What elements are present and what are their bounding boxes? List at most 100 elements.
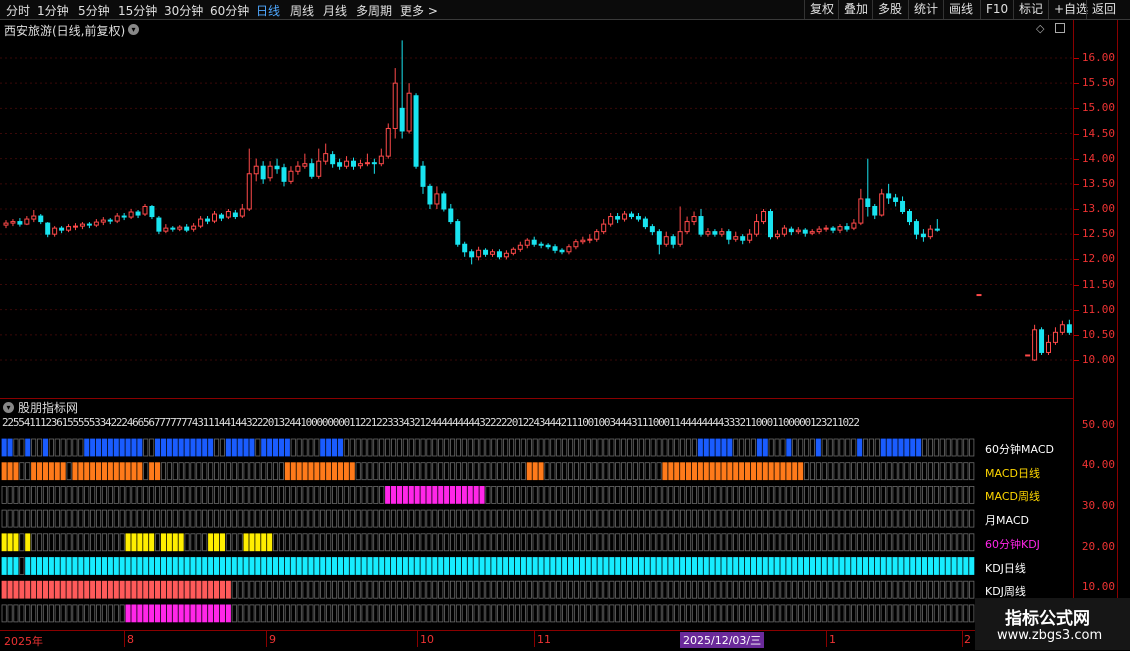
candle-body[interactable] [587, 238, 593, 241]
candle-body[interactable] [907, 211, 912, 223]
candle-body[interactable] [496, 251, 502, 258]
candle-body[interactable] [1052, 331, 1058, 343]
period-more[interactable]: 更多 > [400, 2, 438, 19]
candle-body[interactable] [670, 236, 676, 245]
candle-body[interactable] [781, 227, 787, 235]
candle-body[interactable] [399, 107, 405, 132]
candle-body[interactable] [761, 211, 767, 223]
candle-body[interactable] [427, 185, 433, 205]
period-multi[interactable]: 多周期 [356, 2, 392, 19]
candle-body[interactable] [663, 236, 669, 245]
candle-body[interactable] [531, 239, 537, 245]
candle-body[interactable] [212, 213, 217, 222]
candle-body[interactable] [121, 215, 127, 218]
period-weekly[interactable]: 周线 [290, 2, 314, 19]
candle-body[interactable] [38, 215, 44, 223]
f10-button[interactable]: F10 [980, 0, 1013, 19]
candle-body[interactable] [656, 231, 662, 245]
period-30min[interactable]: 30分钟 [164, 2, 203, 19]
candle-body[interactable] [538, 243, 544, 246]
candle-body[interactable] [86, 223, 92, 226]
candle-body[interactable] [149, 205, 155, 218]
candle-body[interactable] [1066, 324, 1072, 333]
candle-body[interactable] [1025, 354, 1031, 357]
candle-body[interactable] [510, 248, 516, 254]
candle-body[interactable] [900, 200, 906, 213]
candle-body[interactable] [524, 239, 530, 246]
candle-body[interactable] [483, 249, 489, 255]
candle-body[interactable] [872, 205, 878, 216]
candle-body[interactable] [601, 223, 607, 233]
candle-body[interactable] [774, 233, 780, 238]
candle-body[interactable] [837, 226, 843, 231]
candle-body[interactable] [684, 221, 690, 233]
candle-body[interactable] [316, 160, 322, 177]
candle-body[interactable] [198, 218, 204, 227]
candle-body[interactable] [795, 229, 801, 233]
candle-body[interactable] [712, 231, 718, 235]
candle-body[interactable] [879, 193, 885, 216]
candle-body[interactable] [441, 193, 447, 210]
candle-body[interactable] [17, 221, 23, 225]
period-15min[interactable]: 15分钟 [118, 2, 157, 19]
candle-body[interactable] [594, 231, 600, 240]
candle-body[interactable] [747, 233, 753, 241]
period-1min[interactable]: 1分钟 [37, 2, 69, 19]
adjust-button[interactable]: 复权 [804, 0, 839, 19]
candle-body[interactable] [976, 294, 982, 297]
candle-body[interactable] [629, 213, 634, 218]
candle-body[interactable] [927, 228, 933, 238]
candle-body[interactable] [413, 95, 419, 167]
candle-body[interactable] [788, 228, 794, 233]
candle-body[interactable] [378, 155, 384, 165]
candle-body[interactable] [177, 226, 183, 230]
candle-body[interactable] [330, 154, 336, 165]
candle-body[interactable] [642, 218, 648, 228]
candle-body[interactable] [754, 221, 760, 235]
candle-body[interactable] [274, 165, 280, 170]
candle-body[interactable] [503, 252, 509, 258]
candle-body[interactable] [608, 216, 614, 225]
candle-body[interactable] [705, 231, 711, 235]
candle-body[interactable] [719, 231, 725, 235]
candle-body[interactable] [3, 222, 9, 226]
candle-body[interactable] [573, 241, 579, 248]
candle-body[interactable] [135, 211, 141, 216]
candle-body[interactable] [1046, 341, 1051, 353]
candle-body[interactable] [93, 221, 99, 226]
period-60min[interactable]: 60分钟 [210, 2, 249, 19]
candle-body[interactable] [934, 228, 940, 231]
candle-body[interactable] [649, 226, 655, 233]
candle-body[interactable] [260, 165, 266, 180]
period-monthly[interactable]: 月线 [323, 2, 347, 19]
period-daily[interactable]: 日线 [256, 2, 280, 19]
candle-body[interactable] [768, 211, 773, 238]
candle-body[interactable] [371, 162, 377, 165]
candle-body[interactable] [920, 233, 926, 238]
period-5min[interactable]: 5分钟 [78, 2, 110, 19]
candle-body[interactable] [302, 163, 308, 167]
draw-line-button[interactable]: 画线 [943, 0, 978, 19]
candle-body[interactable] [566, 246, 572, 253]
candle-body[interactable] [913, 221, 919, 235]
period-fenshi[interactable]: 分时 [6, 2, 30, 19]
candle-body[interactable] [886, 193, 892, 199]
candle-body[interactable] [107, 219, 113, 222]
candle-body[interactable] [170, 227, 176, 230]
candle-body[interactable] [163, 227, 169, 232]
candle-body[interactable] [31, 215, 37, 220]
candle-body[interactable] [267, 165, 273, 179]
candle-body[interactable] [100, 219, 106, 223]
candlestick-chart[interactable] [0, 20, 1073, 398]
candle-body[interactable] [309, 163, 315, 177]
candle-body[interactable] [830, 227, 836, 231]
candle-body[interactable] [156, 217, 162, 232]
back-button[interactable]: 返回 [1086, 0, 1121, 19]
candle-body[interactable] [816, 228, 822, 233]
candle-body[interactable] [615, 216, 621, 220]
candle-body[interactable] [142, 205, 148, 215]
candle-body[interactable] [246, 173, 252, 210]
candle-body[interactable] [337, 162, 343, 167]
candle-body[interactable] [823, 227, 829, 230]
candle-body[interactable] [1039, 329, 1045, 353]
